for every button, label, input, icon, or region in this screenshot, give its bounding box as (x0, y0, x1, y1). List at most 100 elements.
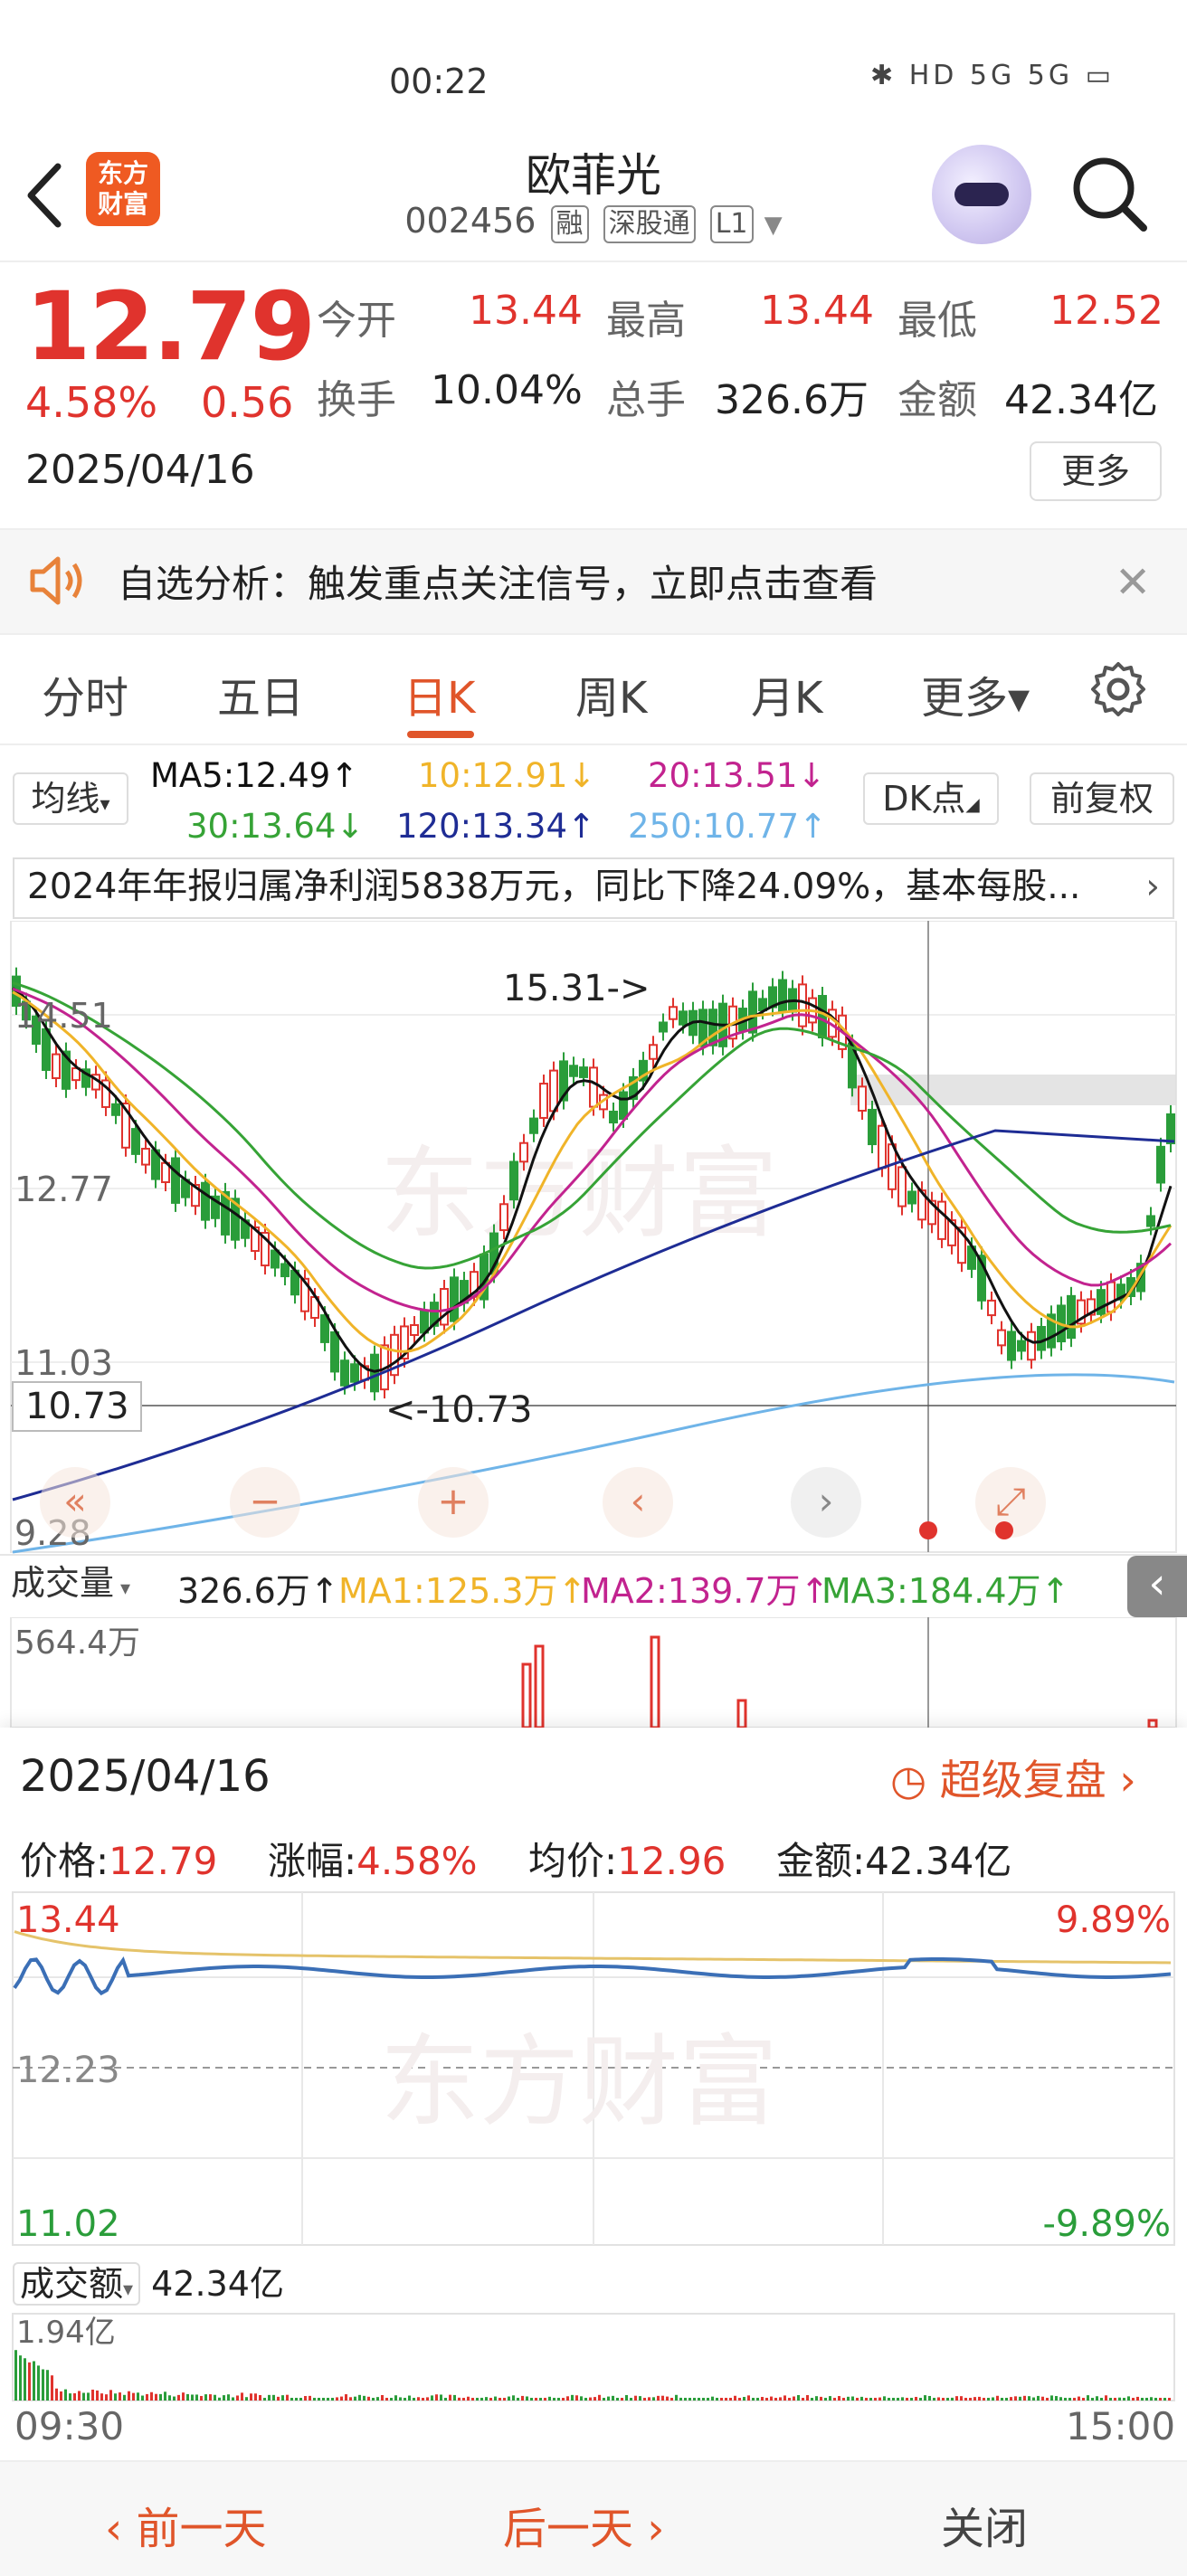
price-adjust-button[interactable]: 前复权 (1030, 772, 1174, 825)
tab-more[interactable]: 更多▾ (921, 662, 1030, 725)
candle-body (1097, 1289, 1106, 1315)
move-right-button[interactable]: › (791, 1467, 861, 1538)
turnover-bar (955, 2396, 958, 2401)
turnover-bar (765, 2398, 768, 2401)
close-button[interactable]: 关闭 (941, 2493, 1028, 2556)
turnover-bar (227, 2394, 230, 2401)
search-icon[interactable] (1068, 152, 1151, 235)
turnover-bar (1019, 2396, 1021, 2401)
turnover-bar (1127, 2396, 1130, 2401)
turnover-bar (349, 2397, 352, 2401)
turnover-bar (720, 2398, 723, 2401)
tab-monthly-k[interactable]: 月K (751, 662, 822, 725)
tab-daily-k[interactable]: 日K (404, 662, 475, 725)
close-icon[interactable]: ✕ (1115, 557, 1151, 608)
fast-rewind-button[interactable]: « (40, 1467, 110, 1538)
turnover-bar (345, 2394, 347, 2401)
turnover-bar (756, 2398, 759, 2401)
turnover-bar (883, 2396, 886, 2401)
collapse-panel-button[interactable]: ‹ (1127, 1556, 1187, 1617)
turnover-selector[interactable]: 成交额▾ 42.34亿 (13, 2256, 284, 2306)
turnover-bar (69, 2393, 71, 2401)
candle-body (778, 979, 787, 1012)
zoom-out-button[interactable]: − (230, 1467, 300, 1538)
turnover-bar (607, 2396, 610, 2401)
turnover-bar (336, 2397, 338, 2401)
assistant-robot-icon[interactable] (932, 145, 1031, 244)
turnover-bar (802, 2398, 804, 2401)
turnover-bar (426, 2397, 429, 2401)
turnover-bar (290, 2398, 293, 2401)
turnover-bar (313, 2398, 316, 2401)
turnover-bar (444, 2398, 447, 2401)
tab-weekly-k[interactable]: 周K (575, 662, 647, 725)
kline-chart[interactable]: 东方财富 14.51 12.77 11.03 9.28 15.31-> <-10… (0, 921, 1187, 1554)
turnover-bar (340, 2396, 343, 2401)
candle-body (659, 1021, 668, 1033)
turnover-bar (1055, 2396, 1058, 2401)
news-ticker[interactable]: 2024年年报归属净利润5838万元，同比下降24.09%，基本每股... › (13, 857, 1174, 919)
candle-body (569, 1065, 578, 1077)
next-day-button[interactable]: 后一天 › (503, 2493, 664, 2556)
turnover-bar (657, 2395, 660, 2401)
notice-text[interactable]: 自选分析：触发重点关注信号，立即点击查看 (118, 554, 878, 609)
turnover-bar (177, 2394, 180, 2401)
turnover-bar (1023, 2395, 1026, 2401)
turnover-bar (1096, 2396, 1098, 2401)
turnover-bar (964, 2398, 967, 2401)
turnover-bar (584, 2398, 587, 2401)
high-value: 13.44 (760, 288, 874, 334)
turnover-bar (489, 2398, 492, 2401)
turnover-bar (1046, 2398, 1049, 2401)
turnover-bar (1041, 2396, 1044, 2401)
turnover-bar (856, 2398, 859, 2401)
turnover-bar (182, 2392, 185, 2401)
chevron-down-icon[interactable]: ▼ (764, 212, 783, 239)
turnover-bar (1100, 2398, 1103, 2401)
turnover-bar (1150, 2397, 1153, 2401)
indicator-selector[interactable]: 均线▾ (13, 772, 128, 825)
candle-body (858, 1085, 867, 1112)
turnover-bar (910, 2398, 913, 2401)
turnover-bar (842, 2398, 845, 2401)
candle-body (937, 1200, 946, 1240)
turnover-bar (946, 2398, 949, 2401)
turnover-bar (1109, 2398, 1112, 2401)
tag-level: L1 (709, 205, 754, 243)
gear-icon[interactable] (1089, 660, 1147, 718)
volume-selector[interactable]: 成交量 ▾ (11, 1559, 172, 1610)
turnover-bar (643, 2398, 646, 2401)
turnover-bar (299, 2398, 302, 2401)
prev-day-button[interactable]: ‹ 前一天 (105, 2493, 266, 2556)
chevron-right-icon: › (1106, 1756, 1136, 1804)
turnover-bar (390, 2398, 393, 2401)
turnover-bar (973, 2397, 976, 2401)
turnover-bar (42, 2369, 44, 2401)
turnover-bar (467, 2396, 470, 2401)
y-label-3: 11.03 (14, 1343, 113, 1383)
zoom-in-button[interactable]: + (418, 1467, 489, 1538)
chevron-down-icon: ▾ (123, 2278, 134, 2301)
turnover-bar (485, 2397, 488, 2401)
turnover-bar (851, 2396, 854, 2401)
dk-point-button[interactable]: DK点◢ (863, 772, 999, 825)
svg-text:东方财富: 东方财富 (380, 2024, 778, 2140)
turnover-bar (526, 2396, 528, 2401)
turnover-selector-box[interactable]: 成交额▾ (13, 2262, 141, 2306)
candle-body (609, 1110, 618, 1124)
change-percent: 4.58% (25, 378, 158, 427)
candle-body (679, 1010, 688, 1026)
turnover-bar (503, 2398, 506, 2401)
volume-current: 326.6万↑ (177, 1571, 339, 1611)
move-left-button[interactable]: ‹ (603, 1467, 673, 1538)
turnover-bar (281, 2395, 284, 2401)
super-replay-link[interactable]: ◷ 超级复盘 › (890, 1747, 1136, 1807)
candle-body (410, 1324, 419, 1336)
turnover-bar (630, 2398, 632, 2401)
candle-body (1146, 1215, 1155, 1227)
tab-intraday[interactable]: 分时 (42, 662, 128, 725)
turnover-bar (1154, 2398, 1157, 2401)
turnover-bar (1168, 2398, 1171, 2401)
tab-five-day[interactable]: 五日 (217, 662, 304, 725)
more-button[interactable]: 更多 (1030, 441, 1162, 501)
